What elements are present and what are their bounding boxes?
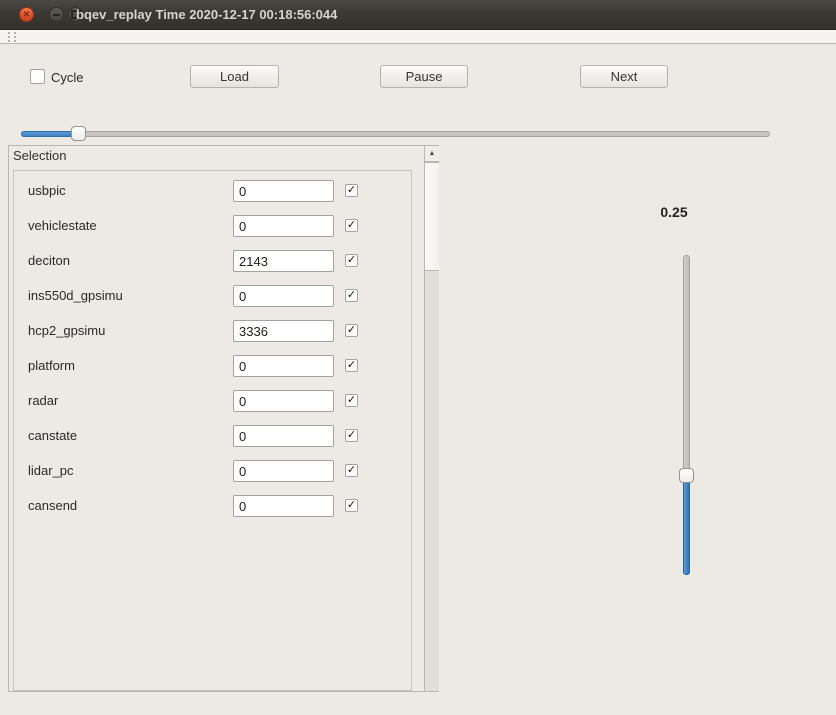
scrollbar-thumb[interactable] <box>425 162 439 271</box>
close-icon[interactable]: ✕ <box>19 7 34 22</box>
pause-button[interactable]: Pause <box>380 65 468 88</box>
selection-row: cansend ✓ <box>14 495 411 517</box>
timeline-slider-handle[interactable] <box>71 126 86 141</box>
row-value-input[interactable] <box>233 390 334 412</box>
row-checkbox[interactable]: ✓ <box>345 184 358 197</box>
selection-scrollbar[interactable]: ▲ <box>424 146 439 691</box>
selection-row: usbpic ✓ <box>14 180 411 202</box>
selection-row: deciton ✓ <box>14 250 411 272</box>
selection-row: vehiclestate ✓ <box>14 215 411 237</box>
speed-slider-fill <box>683 479 690 575</box>
selection-row: lidar_pc ✓ <box>14 460 411 482</box>
row-label: deciton <box>28 253 70 268</box>
row-label: radar <box>28 393 58 408</box>
load-button[interactable]: Load <box>190 65 279 88</box>
row-value-input[interactable] <box>233 215 334 237</box>
speed-slider-handle[interactable] <box>679 468 694 483</box>
scroll-up-glyph: ▲ <box>429 150 436 157</box>
row-value-input[interactable] <box>233 460 334 482</box>
row-checkbox[interactable]: ✓ <box>345 464 358 477</box>
minimize-glyph <box>53 14 60 16</box>
row-checkbox[interactable]: ✓ <box>345 219 358 232</box>
selection-title: Selection <box>13 148 66 163</box>
row-checkbox[interactable]: ✓ <box>345 324 358 337</box>
row-label: platform <box>28 358 75 373</box>
row-checkbox[interactable]: ✓ <box>345 359 358 372</box>
scrollbar-up-icon[interactable]: ▲ <box>425 146 439 162</box>
selection-row: radar ✓ <box>14 390 411 412</box>
row-checkbox[interactable]: ✓ <box>345 499 358 512</box>
row-label: usbpic <box>28 183 66 198</box>
titlebar: ✕ bqev_replay Time 2020-12-17 00:18:56:0… <box>0 0 836 30</box>
row-label: hcp2_gpsimu <box>28 323 105 338</box>
close-glyph: ✕ <box>23 10 31 19</box>
toolbar-strip <box>0 30 836 44</box>
row-label: ins550d_gpsimu <box>28 288 123 303</box>
row-checkbox[interactable]: ✓ <box>345 254 358 267</box>
row-value-input[interactable] <box>233 355 334 377</box>
row-value-input[interactable] <box>233 320 334 342</box>
cycle-checkbox[interactable] <box>30 69 45 84</box>
row-value-input[interactable] <box>233 250 334 272</box>
minimize-icon[interactable] <box>49 7 64 22</box>
selection-row: canstate ✓ <box>14 425 411 447</box>
cycle-label: Cycle <box>51 70 84 85</box>
window-title: bqev_replay Time 2020-12-17 00:18:56:044 <box>76 0 337 30</box>
next-button[interactable]: Next <box>580 65 668 88</box>
row-value-input[interactable] <box>233 285 334 307</box>
selection-row: platform ✓ <box>14 355 411 377</box>
row-value-input[interactable] <box>233 180 334 202</box>
row-checkbox[interactable]: ✓ <box>345 289 358 302</box>
toolbar-grip-icon[interactable] <box>8 32 16 42</box>
row-label: canstate <box>28 428 77 443</box>
row-label: cansend <box>28 498 77 513</box>
row-checkbox[interactable]: ✓ <box>345 394 358 407</box>
row-checkbox[interactable]: ✓ <box>345 429 358 442</box>
selection-row: hcp2_gpsimu ✓ <box>14 320 411 342</box>
row-label: lidar_pc <box>28 463 74 478</box>
row-label: vehiclestate <box>28 218 97 233</box>
row-value-input[interactable] <box>233 425 334 447</box>
selection-row: ins550d_gpsimu ✓ <box>14 285 411 307</box>
row-value-input[interactable] <box>233 495 334 517</box>
timeline-slider-track[interactable] <box>21 131 770 137</box>
selection-list: usbpic ✓ vehiclestate ✓ deciton ✓ ins550… <box>13 170 412 691</box>
speed-value-label: 0.25 <box>644 204 704 220</box>
